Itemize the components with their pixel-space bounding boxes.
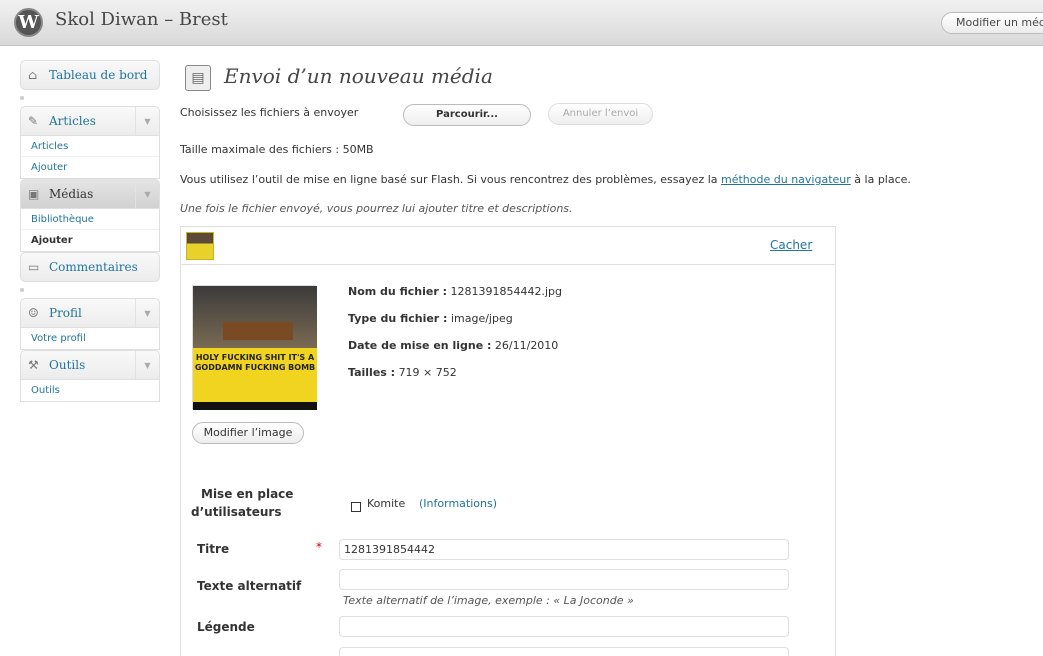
users-icon: ☺ bbox=[28, 306, 39, 320]
komite-label: Komite bbox=[367, 497, 406, 510]
submenu-item-library[interactable]: Bibliothèque bbox=[21, 209, 159, 230]
submenu-item-your-profile[interactable]: Votre profil bbox=[21, 328, 159, 349]
hide-link[interactable]: Cacher bbox=[770, 238, 812, 252]
browser-uploader-link[interactable]: méthode du navigateur bbox=[721, 173, 851, 186]
title-input[interactable]: 1281391854442 bbox=[339, 539, 789, 560]
cancel-upload-button[interactable]: Annuler l’envoi bbox=[548, 103, 653, 125]
upload-date-row: Date de mise en ligne : 26/11/2010 bbox=[348, 339, 558, 352]
upload-media-icon: ▤ bbox=[185, 65, 211, 91]
filename-row: Nom du fichier : 1281391854442.jpg bbox=[348, 285, 562, 298]
filetype-value: image/jpeg bbox=[450, 312, 513, 325]
filetype-label: Type du fichier : bbox=[348, 312, 448, 325]
caption-input[interactable] bbox=[339, 616, 789, 637]
max-file-size: Taille maximale des fichiers : 50MB bbox=[180, 143, 374, 156]
edit-image-button[interactable]: Modifier l’image bbox=[192, 422, 304, 444]
thumbnail-footer bbox=[193, 402, 317, 410]
filename-label: Nom du fichier : bbox=[348, 285, 447, 298]
page-title: Envoi d’un nouveau média bbox=[224, 64, 493, 88]
home-icon: ⌂ bbox=[28, 68, 38, 82]
media-icon: ▣ bbox=[28, 187, 40, 201]
submenu-tools: Outils bbox=[20, 380, 160, 402]
media-item-panel: Cacher HOLY FUCKING SHIT IT'S A GODDAMN … bbox=[180, 226, 836, 656]
menu-dashboard-label: Tableau de bord bbox=[49, 68, 148, 82]
description-input[interactable] bbox=[339, 647, 789, 656]
flash-note-text: Vous utilisez l’outil de mise en ligne b… bbox=[180, 173, 722, 186]
chevron-down-icon[interactable]: ▼ bbox=[135, 351, 159, 379]
menu-articles-label: Articles bbox=[49, 114, 96, 128]
menu-profile-label: Profil bbox=[49, 306, 82, 320]
menu-comments[interactable]: ▭ Commentaires bbox=[20, 252, 160, 282]
menu-dashboard[interactable]: ⌂ Tableau de bord bbox=[20, 60, 160, 90]
thumbnail-bench bbox=[223, 322, 293, 340]
admin-menu: ⌂ Tableau de bord ✎ Articles ▼ Articles … bbox=[20, 60, 160, 402]
menu-separator bbox=[20, 90, 160, 106]
choose-files-label: Choisissez les fichiers à envoyer bbox=[180, 106, 359, 119]
chevron-down-icon[interactable]: ▼ bbox=[135, 180, 159, 208]
dimensions-label: Tailles : bbox=[348, 366, 396, 379]
submenu-item-add-article[interactable]: Ajouter bbox=[21, 157, 159, 178]
menu-profile[interactable]: ☺ Profil ▼ bbox=[20, 298, 160, 328]
media-item-header: Cacher bbox=[181, 227, 835, 265]
menu-separator bbox=[20, 282, 160, 298]
title-label: Titre bbox=[197, 542, 230, 556]
edit-media-button[interactable]: Modifier un média bbox=[941, 12, 1043, 34]
after-upload-note: Une fois le fichier envoyé, vous pourrez… bbox=[180, 202, 573, 215]
submenu-articles: Articles Ajouter bbox=[20, 136, 160, 179]
alt-text-help: Texte alternatif de l’image, exemple : «… bbox=[343, 594, 634, 607]
menu-tools[interactable]: ⚒ Outils ▼ bbox=[20, 350, 160, 380]
dimensions-row: Tailles : 719 × 752 bbox=[348, 366, 457, 379]
menu-media[interactable]: ▣ Médias ▼ bbox=[20, 179, 160, 209]
submenu-media: Bibliothèque Ajouter bbox=[20, 209, 160, 252]
caption-label: Légende bbox=[197, 620, 255, 634]
filename-value: 1281391854442.jpg bbox=[450, 285, 562, 298]
user-setup-label-line2: d’utilisateurs bbox=[191, 505, 282, 519]
pushpin-icon: ✎ bbox=[28, 114, 39, 128]
admin-header: W Skol Diwan – Brest Modifier un média bbox=[0, 0, 1043, 46]
dimensions-value: 719 × 752 bbox=[398, 366, 457, 379]
flash-note-end: à la place. bbox=[850, 173, 911, 186]
submenu-profile: Votre profil bbox=[20, 328, 160, 350]
submenu-item-add-media[interactable]: Ajouter bbox=[21, 230, 159, 251]
browse-button[interactable]: Parcourir... bbox=[403, 104, 531, 126]
filetype-row: Type du fichier : image/jpeg bbox=[348, 312, 513, 325]
upload-date-value: 26/11/2010 bbox=[494, 339, 559, 352]
thumbnail-caption: HOLY FUCKING SHIT IT'S A GODDAMN FUCKING… bbox=[193, 348, 317, 402]
wordpress-logo-icon[interactable]: W bbox=[14, 8, 43, 37]
comment-icon: ▭ bbox=[28, 260, 40, 274]
submenu-item-tools[interactable]: Outils bbox=[21, 380, 159, 401]
user-setup-label-line1: Mise en place bbox=[201, 487, 294, 501]
upload-date-label: Date de mise en ligne : bbox=[348, 339, 492, 352]
flash-uploader-note: Vous utilisez l’outil de mise en ligne b… bbox=[180, 173, 911, 186]
komite-checkbox[interactable] bbox=[351, 502, 361, 512]
menu-tools-label: Outils bbox=[49, 358, 86, 372]
menu-comments-label: Commentaires bbox=[49, 260, 138, 274]
menu-media-label: Médias bbox=[49, 187, 94, 201]
information-link[interactable]: (Informations) bbox=[419, 497, 497, 510]
required-mark: * bbox=[316, 540, 322, 554]
submenu-item-articles[interactable]: Articles bbox=[21, 136, 159, 157]
menu-articles[interactable]: ✎ Articles ▼ bbox=[20, 106, 160, 136]
alt-text-input[interactable] bbox=[339, 569, 789, 590]
alt-text-label: Texte alternatif bbox=[197, 579, 302, 593]
media-mini-thumbnail bbox=[186, 232, 214, 260]
chevron-down-icon[interactable]: ▼ bbox=[135, 299, 159, 327]
chevron-down-icon[interactable]: ▼ bbox=[135, 107, 159, 135]
media-thumbnail: HOLY FUCKING SHIT IT'S A GODDAMN FUCKING… bbox=[192, 285, 317, 410]
site-title[interactable]: Skol Diwan – Brest bbox=[55, 9, 228, 30]
tools-icon: ⚒ bbox=[28, 358, 39, 372]
